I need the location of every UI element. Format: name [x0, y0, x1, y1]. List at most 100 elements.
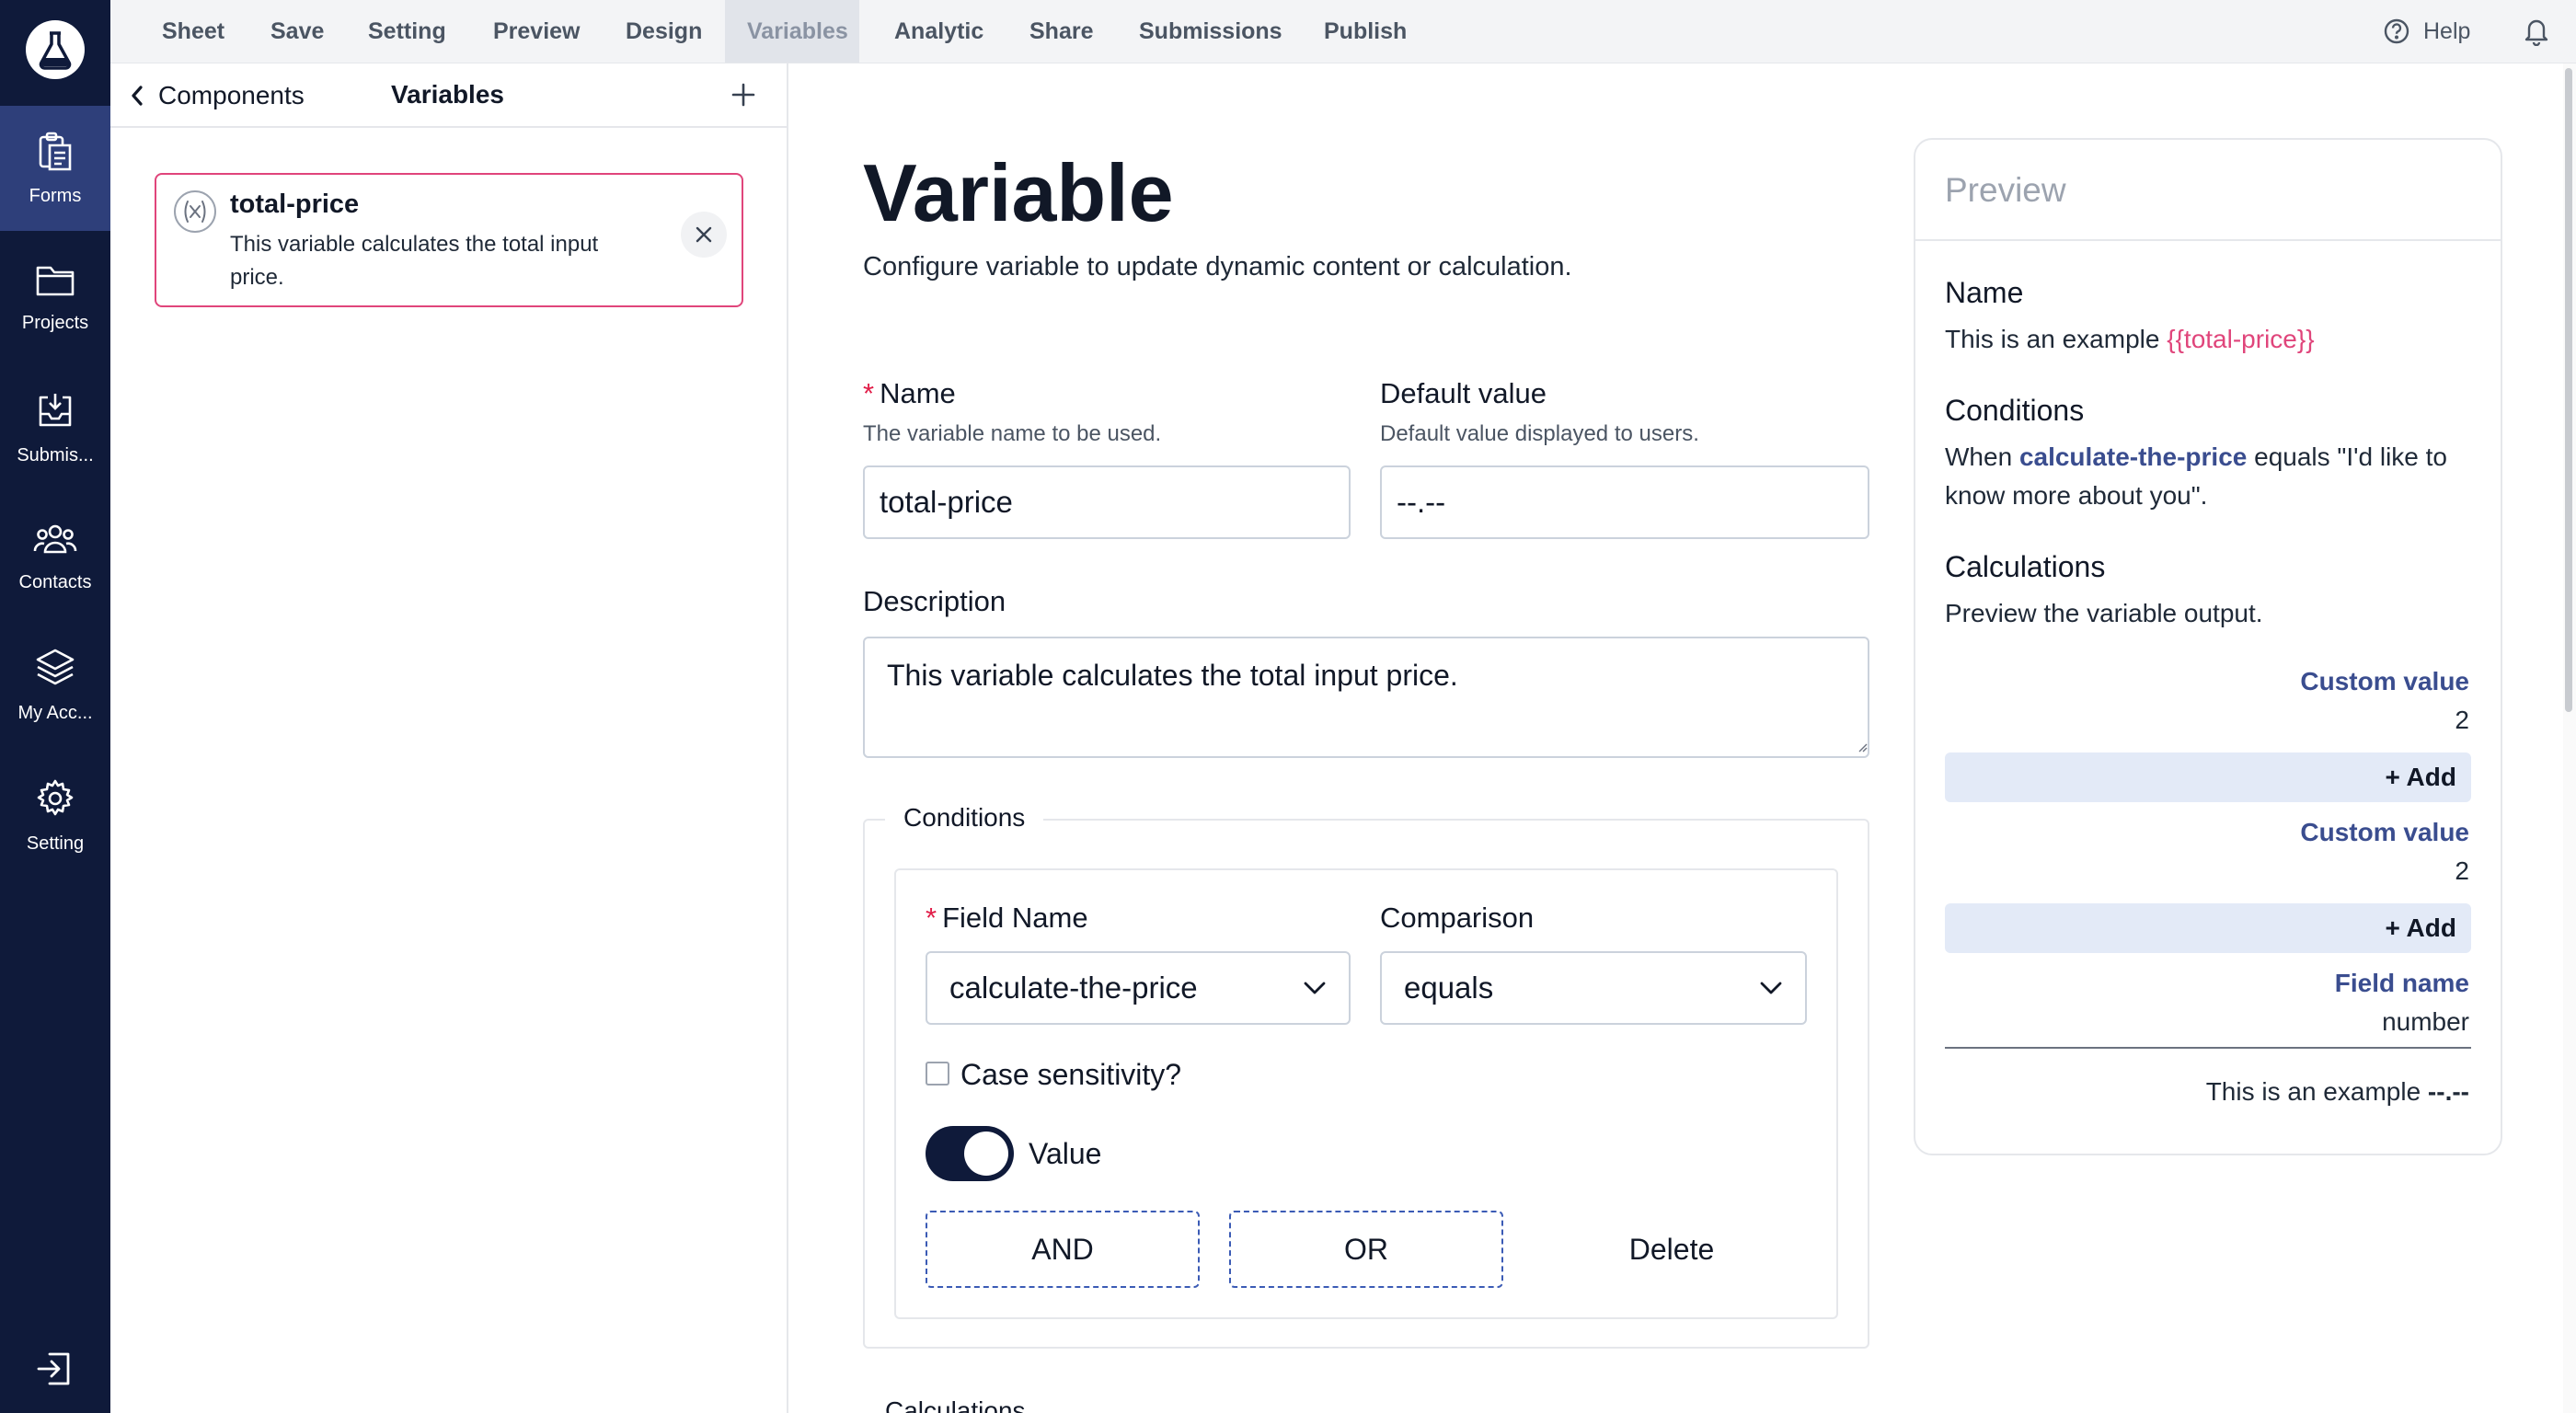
page-scrollbar-thumb[interactable] [2565, 68, 2572, 712]
case-sensitivity-label[interactable]: Case sensitivity? [960, 1058, 1181, 1092]
app-logo[interactable] [26, 20, 85, 79]
resize-grip-icon[interactable] [1857, 741, 1868, 752]
preview-result-value: --.-- [2427, 1077, 2469, 1106]
sidebar-item-label: My Acc... [17, 702, 93, 723]
back-to-components-button[interactable]: Components [129, 80, 305, 111]
flask-icon [39, 31, 72, 70]
preview-add-button[interactable]: + Add [1945, 903, 2471, 953]
sidebar-item-label: Setting [26, 833, 85, 854]
comparison-value: equals [1404, 971, 1494, 1005]
preview-row-value: 2 [2455, 706, 2469, 734]
field-name-value: calculate-the-price [949, 971, 1198, 1005]
sidebar-item-label: Projects [21, 312, 89, 333]
variable-name: total-price [230, 190, 360, 219]
logout-button[interactable] [35, 1349, 75, 1389]
preview-row-label: Field name [2334, 969, 2469, 997]
preview-row-value: number [2382, 1007, 2469, 1036]
add-variable-button[interactable] [729, 80, 758, 109]
gear-icon [37, 779, 74, 815]
variable-description: This variable calculates the total input… [230, 232, 599, 290]
bell-icon [2524, 19, 2548, 46]
description-label: Description [863, 585, 1006, 617]
name-label: * Name [863, 377, 956, 409]
clipboard-icon [39, 132, 72, 170]
back-label: Components [158, 81, 305, 109]
menu-variables[interactable]: Variables [725, 0, 859, 63]
menu-preview[interactable]: Preview [493, 0, 581, 63]
conditions-legend: Conditions [885, 803, 1044, 833]
preview-row-label: Custom value [2300, 667, 2469, 695]
remove-variable-button[interactable] [681, 212, 727, 258]
layers-icon [36, 649, 75, 684]
case-sensitivity-checkbox[interactable] [926, 1062, 949, 1086]
preview-add-button[interactable]: + Add [1945, 752, 2471, 802]
preview-title: Preview [1945, 171, 2066, 209]
chevron-left-icon [132, 86, 143, 106]
sidebar-item-projects[interactable]: Projects [0, 235, 110, 360]
value-toggle-label: Value [1029, 1137, 1102, 1170]
default-value-label: Default value [1380, 377, 1547, 409]
menu-submissions[interactable]: Submissions [1139, 0, 1282, 63]
variables-panel-header: Components Variables [110, 63, 787, 128]
preview-name-text: This is an example {{total-price}} [1945, 325, 2315, 353]
preview-conditions-heading: Conditions [1945, 394, 2085, 427]
preview-divider [1915, 239, 2501, 241]
sidebar-item-label: Forms [29, 185, 82, 206]
delete-condition-button[interactable]: Delete [1573, 1211, 1770, 1288]
value-toggle[interactable] [926, 1126, 1014, 1181]
preview-row-value: 2 [2455, 856, 2469, 885]
preview-row-label: Custom value [2300, 818, 2469, 846]
preview-name-heading: Name [1945, 276, 2024, 309]
name-hint: The variable name to be used. [863, 421, 1162, 446]
menu-sheet[interactable]: Sheet [162, 0, 224, 63]
page-subtitle: Configure variable to update dynamic con… [863, 252, 1572, 281]
variable-x-icon [173, 190, 217, 234]
sidebar-item-label: Contacts [18, 571, 92, 592]
users-icon [33, 524, 77, 553]
field-name-select[interactable]: calculate-the-price [926, 951, 1351, 1025]
toggle-knob [964, 1132, 1008, 1176]
logout-icon [37, 1352, 70, 1385]
field-name-label: * Field Name [926, 902, 1088, 934]
description-textarea[interactable]: This variable calculates the total input… [863, 637, 1869, 758]
help-button[interactable]: Help [2383, 17, 2470, 46]
inbox-icon [39, 393, 72, 426]
menu-setting[interactable]: Setting [368, 0, 446, 63]
top-menu-bar: Sheet Save Setting Preview Design Variab… [110, 0, 2576, 63]
sidebar-item-setting[interactable]: Setting [0, 753, 110, 879]
required-asterisk: * [863, 377, 875, 409]
variables-panel: Components Variables total-price This va… [110, 63, 788, 1413]
variable-card[interactable]: total-price This variable calculates the… [155, 173, 743, 307]
default-value-hint: Default value displayed to users. [1380, 421, 1699, 446]
menu-share[interactable]: Share [1029, 0, 1093, 63]
menu-publish[interactable]: Publish [1324, 0, 1407, 63]
question-circle-icon [2384, 18, 2409, 44]
sidebar-item-submissions[interactable]: Submis... [0, 365, 110, 490]
and-button[interactable]: AND [926, 1211, 1200, 1288]
chevron-down-icon [1304, 982, 1326, 994]
notifications-button[interactable] [2521, 15, 2552, 46]
menu-save[interactable]: Save [270, 0, 324, 63]
page-title: Variable [863, 147, 1174, 238]
condition-field-token: calculate-the-price [2018, 442, 2248, 471]
chevron-down-icon [1760, 982, 1782, 994]
help-label: Help [2423, 17, 2471, 44]
required-asterisk: * [926, 902, 937, 934]
preview-calculations-heading: Calculations [1945, 550, 2106, 583]
panel-title: Variables [391, 80, 504, 109]
menu-analytic[interactable]: Analytic [894, 0, 983, 63]
sidebar-item-label: Submis... [17, 444, 94, 465]
name-input[interactable] [863, 465, 1351, 539]
or-button[interactable]: OR [1229, 1211, 1503, 1288]
comparison-select[interactable]: equals [1380, 951, 1807, 1025]
sidebar-item-forms[interactable]: Forms [0, 106, 110, 231]
variable-token: {{total-price}} [2167, 325, 2315, 353]
preview-conditions-text: When calculate-the-price equals "I'd lik… [1945, 442, 2447, 510]
default-value-input[interactable] [1380, 465, 1869, 539]
calculations-legend: Calculations [885, 1396, 1026, 1413]
app-sidebar: Forms Projects Submis... Contacts My Acc… [0, 0, 110, 1413]
menu-design[interactable]: Design [626, 0, 702, 63]
sidebar-item-my-account[interactable]: My Acc... [0, 623, 110, 748]
sidebar-item-contacts[interactable]: Contacts [0, 494, 110, 619]
close-icon [696, 226, 712, 243]
